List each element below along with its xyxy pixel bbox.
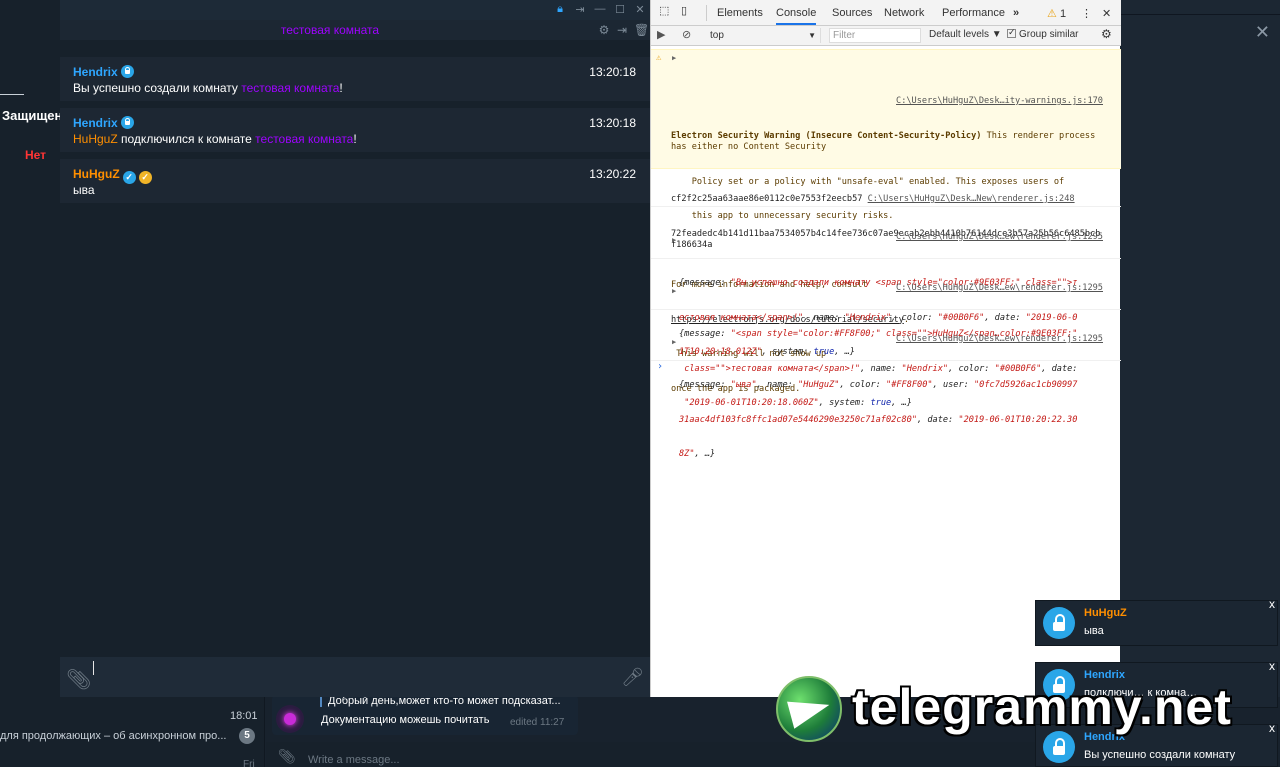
message-time: 13:20:18 [589,116,636,130]
tab-console[interactable]: Console [776,7,817,25]
more-tabs-button[interactable]: » [1013,7,1019,19]
trash-icon[interactable]: 🗑︎ [634,23,649,37]
expand-arrow-icon[interactable]: ▶ [672,286,676,298]
message-time: 13:20:22 [589,167,636,181]
expand-arrow-icon[interactable]: ▶ [672,53,676,65]
source-link[interactable]: C:\Users\HuHguZ\Desk…ew\renderer.js:1295 [896,283,1103,293]
warnings-counter[interactable]: ⚠ 1 [1047,7,1066,20]
levels-dropdown[interactable]: Default levels ▼ [929,29,1002,40]
close-icon[interactable]: x [1269,597,1275,611]
source-link[interactable]: C:\Users\HuHguZ\Desk…ew\renderer.js:1295 [896,232,1103,242]
dialog-list-item[interactable]: 18:01 для продолжающих – об асинхронном … [0,697,265,767]
unread-badge: 5 [239,728,255,744]
avatar[interactable] [276,705,304,733]
warning-icon: ⚠ [656,53,662,63]
sidebar-toggle-icon[interactable]: ▶ [657,28,665,41]
close-icon[interactable]: ✕ [634,3,646,16]
gear-icon[interactable]: ⚙ [1101,27,1112,41]
tab-performance[interactable]: Performance [942,7,1005,19]
lock-avatar-icon [1043,607,1075,639]
message-text: Вы успешно создали комнату тестовая комн… [73,81,343,95]
context-select[interactable]: top ▼ [706,28,821,43]
verified-icon: ✓ [122,171,136,184]
close-icon[interactable]: x [1269,659,1275,673]
lock-icon [120,65,134,78]
notification-toast[interactable]: HuHguZ ыва x [1035,597,1278,646]
watermark: telegrammy.net [776,676,1276,746]
watermark-text: telegrammy.net [852,679,1232,735]
message-input-placeholder[interactable]: Write a message... [308,754,400,766]
exit-icon[interactable]: ⇥ [616,23,628,37]
message-text: Документацию можешь почитать [321,714,490,726]
dialog-time: 18:01 [230,710,258,722]
chat-message: Hendrix Вы успешно создали комнату тесто… [60,57,650,101]
close-icon[interactable]: ✕ [1255,22,1270,43]
expand-arrow-icon[interactable]: ▶ [672,235,676,247]
expand-arrow-icon[interactable]: ▶ [672,337,676,349]
source-link[interactable]: C:\Users\HuHguZ\Desk…ity-warnings.js:170 [896,96,1103,106]
chat-message: Hendrix HuHguZ подключился к комнате тес… [60,108,650,152]
protected-label: Защищен [2,108,63,123]
message-edited-time: edited 11:27 [510,717,565,728]
gold-badge-icon: ✓ [138,171,152,184]
message-time: 13:20:18 [589,65,636,79]
chat-message: HuHguZ ✓ ✓ ыва 13:20:22 [60,159,650,203]
divider [1120,14,1280,15]
lock-icon[interactable]: 🔒︎ [554,3,566,16]
warning-icon: ⚠ [1047,8,1057,20]
telegram-globe-logo-icon [776,676,842,742]
devtools-tabbar: ⬚ ▯ Elements Console Sources Network Per… [651,0,1121,26]
text-cursor [93,661,94,675]
gear-icon[interactable]: ⚙ [598,23,610,37]
group-similar-checkbox[interactable]: Group similar [1007,27,1078,40]
source-link[interactable]: C:\Users\HuHguZ\Desk…ew\renderer.js:1295 [896,334,1103,344]
close-icon[interactable]: ✕ [1102,7,1111,20]
filter-input[interactable]: Filter [829,28,921,43]
console-log: C:\Users\HuHguZ\Desk…ew\renderer.js:1295… [651,209,1121,357]
maximize-icon[interactable]: ☐ [614,3,626,16]
dialog-preview: для продолжающих – об асинхронном про... [0,730,227,742]
background-left-panel: Защищен Нет [0,0,63,700]
console-log: C:\Users\HuHguZ\Desk…ew\renderer.js:1295… [651,311,1121,459]
console-warning: ⚠ ▶ C:\Users\HuHguZ\Desk…ity-warnings.js… [651,49,1121,394]
room-header: тестовая комната ⚙ ⇥ 🗑︎ [60,20,650,40]
console-toolbar: ▶ ⊘ top▼ Filter Default levels ▼ Group s… [651,26,1121,46]
source-link[interactable]: C:\Users\HuHguZ\Desk…New\renderer.js:248 [868,194,1075,204]
kebab-menu-icon[interactable]: ⋮ [1081,7,1092,20]
devtools-panel: ⬚ ▯ Elements Console Sources Network Per… [650,0,1121,697]
inspect-icon[interactable]: ⬚ [659,4,669,17]
attach-icon[interactable]: 📎︎ [66,667,91,692]
chat-message[interactable]: Добрый день,может кто-то может подсказат… [272,695,578,735]
notification-text: ыва [1084,625,1104,637]
lock-icon [120,116,134,129]
console-log: cf2f2c25aa63aae86e0112c0e7553f2eecb57 C:… [651,171,1121,250]
message-composer[interactable]: 📎︎ 🎤︎ [60,657,650,697]
clear-console-icon[interactable]: ⊘ [682,28,691,41]
minimize-icon[interactable]: — [594,3,606,16]
message-text: ыва [73,183,95,197]
protected-value: Нет [25,148,47,162]
logout-icon[interactable]: ⇥ [574,3,586,16]
background-topbar-right: ✕ [1120,0,1280,62]
room-title: тестовая комната [280,23,380,37]
message-text: HuHguZ подключился к комнате тестовая ко… [73,132,357,146]
divider [0,94,24,95]
electron-chat-window: 🔒︎ ⇥ — ☐ ✕ тестовая комната ⚙ ⇥ 🗑︎ Hendr… [60,0,650,697]
dialog-day: Fri [243,759,255,767]
tab-elements[interactable]: Elements [717,7,763,19]
console-log: C:\Users\HuHguZ\Desk…ew\renderer.js:1295… [651,260,1121,408]
message-author[interactable]: Hendrix [73,116,118,130]
attach-icon[interactable]: 📎︎ [278,748,296,765]
console-prompt[interactable]: › [657,361,663,373]
window-titlebar: 🔒︎ ⇥ — ☐ ✕ [60,0,650,20]
message-author[interactable]: Hendrix [73,65,118,79]
device-toggle-icon[interactable]: ▯ [681,4,687,17]
tab-sources[interactable]: Sources [832,7,872,19]
notification-text: Вы успешно создали комнату [1084,749,1236,761]
divider [706,5,707,21]
tab-network[interactable]: Network [884,7,924,19]
microphone-icon[interactable]: 🎤︎ [621,667,644,688]
notification-author: HuHguZ [1084,607,1127,619]
message-author[interactable]: HuHguZ [73,167,120,181]
